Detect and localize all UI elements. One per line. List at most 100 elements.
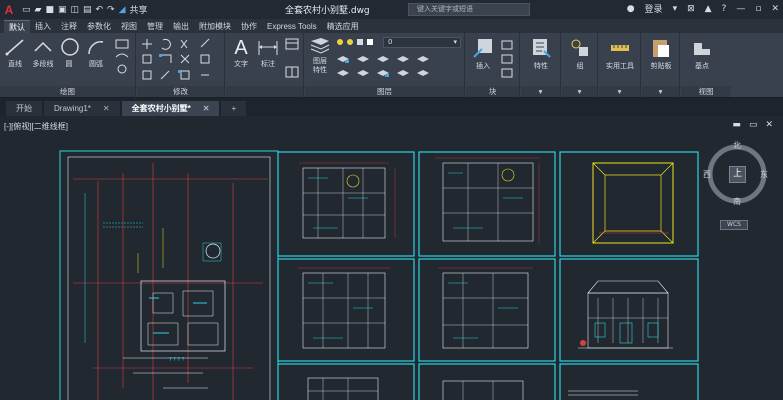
close-tab-icon[interactable]: ✕ [103,104,110,113]
maximize-icon[interactable]: ▫ [755,4,761,14]
ribbon-tab[interactable]: 注释 [56,20,82,33]
compass-south[interactable]: 南 [733,196,741,207]
viewport-minimize-icon[interactable]: ▬ [732,120,741,130]
quick-access-toolbar: ▭ ▰ ■ ▣ ◫ ▤ ↶ ↷ ◢ 共享 [22,3,148,17]
open-file-icon[interactable]: ▰ [35,5,42,15]
bottom-row-plans [307,377,638,400]
viewport-controls-label[interactable]: [-][俯视][二维线框] [4,121,68,132]
polyline-label: 多段线 [32,60,54,68]
ribbon-tab[interactable]: Express Tools [262,20,322,33]
ribbon-tab[interactable]: 管理 [142,20,168,33]
cad-window: A ▭ ▰ ■ ▣ ◫ ▤ ↶ ↷ ◢ 共享 全套农村小别墅.dwg 键入关键字… [0,0,783,400]
insert-tool[interactable]: 插入 [470,37,496,71]
drawing-viewport[interactable]: [-][俯视][二维线框] ▬ ▭ ✕ ? ? ? ? 北 南 东 西 上 WC… [0,116,783,400]
insert-block-icon [473,39,492,58]
dimension-icon [258,41,278,55]
file-tab[interactable]: 开始 [6,101,42,116]
block-panel-title[interactable]: 块 [466,86,519,97]
ribbon-tab[interactable]: 插入 [30,20,56,33]
file-tab[interactable]: Drawing1* ✕ [44,101,120,116]
autodesk-icon[interactable]: ▲ [705,4,712,14]
wcs-menu[interactable]: WCS [720,220,748,230]
modify-panel-title[interactable]: 修改 [137,86,224,97]
ribbon-tab[interactable]: 视图 [116,20,142,33]
text-label: 文字 [234,60,248,68]
properties-tool[interactable]: 特性 [527,37,555,71]
properties-panel: 特性 ▾ [521,33,561,98]
ribbon-tab[interactable]: 附加模块 [194,20,236,33]
dimension-tool[interactable]: 标注 [256,37,280,69]
file-tab-label: 全套农村小别墅* [131,104,191,113]
compass-north[interactable]: 北 [733,140,741,151]
layer-state-icons [337,39,373,45]
modify-tool-icons[interactable] [141,37,221,83]
layer-dropdown[interactable]: 0 ▾ [383,37,461,48]
new-file-icon[interactable]: ▭ [22,5,31,15]
exchange-icon[interactable]: ⊠ [687,4,695,14]
document-title: 全套农村小别墅.dwg [285,6,370,16]
save-icon[interactable]: ■ [45,5,54,15]
close-tab-icon[interactable]: ✕ [203,104,210,113]
new-tab-button[interactable]: + [221,101,247,116]
ribbon: 直线 多段线 圆 圆弧 绘图 修改 A 文字 标注 图层 特性 0 ▾ 图层 插… [0,33,783,98]
viewport-close-icon[interactable]: ✕ [765,120,773,130]
file-tab-label: 开始 [16,104,32,113]
annotation-panel-title[interactable] [226,86,303,97]
ribbon-tab[interactable]: 输出 [168,20,194,33]
clipboard-tool[interactable]: 剪贴板 [644,37,678,71]
save-as-icon[interactable]: ▣ [58,5,67,15]
close-icon[interactable]: ✕ [771,4,779,14]
base-point-tool[interactable]: 基点 [685,37,719,71]
compass-east[interactable]: 东 [760,169,768,180]
cart-icon[interactable]: ▾ [673,4,678,14]
chevron-down-icon: ▾ [453,38,457,46]
circle-tool[interactable]: 圆 [60,37,79,69]
search-input[interactable]: 键入关键字或短语 [408,3,530,16]
minimize-icon[interactable]: — [736,4,745,14]
layer-tool-icons[interactable] [335,53,461,83]
web-icon[interactable]: ◫ [70,5,79,15]
layer-properties-tool[interactable]: 图层 特性 [308,37,332,75]
table-icon[interactable] [284,37,300,81]
properties-chevron[interactable]: ▾ [521,86,560,97]
share-icon[interactable]: ◢ [119,5,126,15]
view-panel-title[interactable]: 视图 [681,86,731,97]
draw-panel-title[interactable]: 绘图 [0,86,135,97]
app-logo-icon[interactable]: A [0,0,18,19]
layer-properties-label: 图层 特性 [313,57,327,74]
compass-west[interactable]: 西 [703,169,711,180]
ribbon-tab[interactable]: 默认 [4,20,30,33]
block-extra-icons[interactable] [500,39,516,79]
circle-icon [61,38,79,56]
group-tool[interactable]: 组 [566,37,594,71]
login-button[interactable]: 登录 [645,2,663,15]
cad-drawing: ? ? ? ? [59,150,699,400]
utilities-chevron[interactable]: ▾ [599,86,640,97]
arc-label: 圆弧 [89,60,103,68]
annotation-panel: A 文字 标注 [226,33,304,98]
undo-icon[interactable]: ↶ [96,5,104,15]
ribbon-tab[interactable]: 协作 [236,20,262,33]
share-label[interactable]: 共享 [130,3,148,16]
group-chevron[interactable]: ▾ [562,86,597,97]
redo-icon[interactable]: ↷ [107,5,115,15]
file-tab[interactable]: 全套农村小别墅* ✕ [121,101,220,116]
viewcube-top-face[interactable]: 上 [729,166,746,183]
line-icon [5,39,24,56]
viewcube[interactable]: 北 南 东 西 上 [703,140,769,207]
draw-extra-icons[interactable] [113,37,133,77]
arc-icon [88,41,104,55]
polyline-tool[interactable]: 多段线 [30,37,56,69]
viewport-restore-icon[interactable]: ▭ [749,120,758,130]
clipboard-chevron[interactable]: ▾ [642,86,679,97]
ribbon-tab[interactable]: 精选应用 [322,20,364,33]
arc-tool[interactable]: 圆弧 [84,37,108,69]
print-icon[interactable]: ▤ [83,5,92,15]
user-icon[interactable]: ● [627,4,635,14]
help-icon[interactable]: ? [722,4,727,14]
line-tool[interactable]: 直线 [4,37,26,69]
layer-panel-title[interactable]: 图层 [305,86,464,97]
text-tool[interactable]: A 文字 [230,37,252,69]
ribbon-tab[interactable]: 参数化 [82,20,116,33]
utilities-tool[interactable]: 实用工具 [601,37,639,71]
